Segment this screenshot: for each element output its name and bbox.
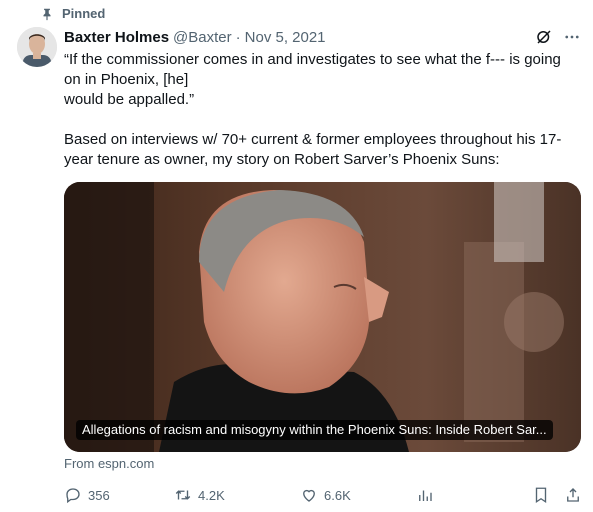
share-button[interactable] [564, 486, 582, 504]
repost-icon [175, 490, 191, 500]
share-icon [567, 488, 579, 502]
tweet-header: Baxter Holmes @Baxter · Nov 5, 2021 [64, 26, 581, 48]
pin-icon [43, 8, 51, 20]
views-icon [419, 490, 432, 501]
author-name[interactable]: Baxter Holmes [64, 29, 169, 46]
tweet-date[interactable]: Nov 5, 2021 [245, 29, 326, 46]
reply-icon [66, 488, 80, 504]
card-caption: Allegations of racism and misogyny withi… [76, 420, 553, 440]
card-source[interactable]: From espn.com [64, 456, 154, 471]
tweet-text: “If the commissioner comes in and invest… [64, 51, 562, 168]
avatar[interactable] [17, 27, 57, 67]
author-handle[interactable]: @Baxter [173, 29, 232, 46]
pinned-indicator: Pinned [40, 6, 105, 21]
like-count: 6.6K [324, 487, 351, 503]
link-card[interactable]: Allegations of racism and misogyny withi… [64, 182, 581, 452]
card-image [64, 182, 581, 452]
bookmark-button[interactable] [532, 486, 550, 504]
reply-count: 356 [88, 487, 110, 503]
more-icon[interactable] [563, 28, 581, 46]
repost-count: 4.2K [198, 487, 225, 503]
reply-button[interactable]: 356 [64, 486, 110, 504]
dot-separator: · [235, 28, 241, 46]
views-button[interactable] [416, 486, 434, 504]
heart-icon [303, 489, 315, 502]
bookmark-icon [535, 487, 547, 504]
like-button[interactable]: 6.6K [300, 486, 351, 504]
pinned-label: Pinned [62, 6, 106, 21]
grok-icon[interactable] [535, 28, 553, 46]
repost-button[interactable]: 4.2K [174, 486, 225, 504]
tweet-actions: 356 4.2K 6.6K [64, 485, 584, 505]
